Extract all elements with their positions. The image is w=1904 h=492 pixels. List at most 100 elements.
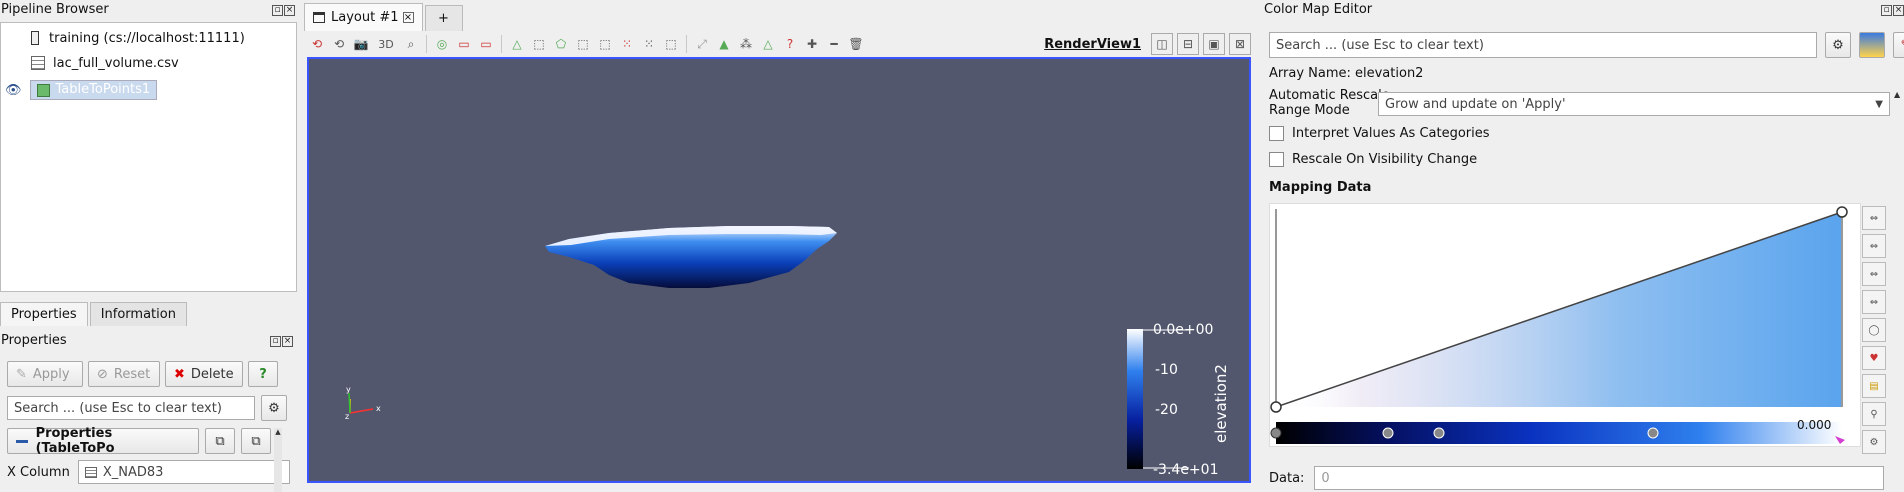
- grow-selection-icon[interactable]: ⤢: [691, 33, 713, 55]
- separator: [686, 35, 687, 53]
- select-polygon-icon[interactable]: ⬠: [550, 33, 572, 55]
- eye-icon[interactable]: 👁: [5, 83, 22, 98]
- cme-scrollbar[interactable]: ▲: [1894, 90, 1904, 490]
- data-value-row: Data: 0: [1269, 466, 1885, 490]
- pipeline-item-label: TableToPoints1: [55, 82, 151, 97]
- interpret-categories-checkbox[interactable]: [1269, 126, 1284, 141]
- apply-button[interactable]: ✎ Apply: [7, 361, 83, 387]
- pipeline-item-tabletopoints[interactable]: 👁 TableToPoints1: [5, 78, 158, 102]
- x-column-label: X Column: [7, 464, 70, 480]
- color-palette-icon[interactable]: [1859, 32, 1885, 58]
- settings-icon[interactable]: ⚙: [1862, 430, 1886, 454]
- close-icon[interactable]: ×: [284, 4, 295, 16]
- pipeline-tree: training (cs://localhost:11111) lac_full…: [0, 22, 297, 292]
- scroll-up-icon[interactable]: ▲: [1894, 90, 1904, 99]
- cme-search-input[interactable]: Search ... (use Esc to clear text): [1269, 32, 1817, 58]
- close-tab-icon[interactable]: ×: [402, 12, 414, 23]
- color-legend-bar: [1127, 329, 1143, 469]
- properties-search-input[interactable]: Search ... (use Esc to clear text): [7, 396, 255, 420]
- opacity-control-point[interactable]: [1836, 206, 1848, 218]
- undock-icon[interactable]: ▫: [1881, 4, 1892, 16]
- rescale-range-icon[interactable]: ⇔: [1862, 206, 1886, 230]
- opacity-transfer-editor[interactable]: 0.000: [1270, 204, 1860, 446]
- undock-icon[interactable]: ▫: [270, 335, 281, 347]
- color-control-point[interactable]: [1382, 427, 1394, 439]
- opacity-control-point[interactable]: [1270, 401, 1282, 413]
- close-icon[interactable]: ×: [282, 335, 293, 347]
- gear-icon[interactable]: ⚙: [1825, 32, 1851, 58]
- interactive-select-icon[interactable]: ⁙: [616, 33, 638, 55]
- paste-icon[interactable]: ⧉: [241, 428, 271, 454]
- select-cells-icon[interactable]: ▭: [453, 33, 475, 55]
- rescale-visibility-row[interactable]: Rescale On Visibility Change: [1269, 152, 1477, 167]
- close-view-icon[interactable]: ⊠: [1229, 33, 1251, 55]
- select-surface-icon[interactable]: ◎: [431, 33, 453, 55]
- edit-colormap-icon[interactable]: ✎: [1893, 32, 1904, 58]
- chevron-down-icon: ▼: [1875, 98, 1883, 110]
- hover-cells-icon[interactable]: ⬚: [660, 33, 682, 55]
- zoom-to-box-icon[interactable]: ⌕: [400, 33, 422, 55]
- reset-camera-closest-icon[interactable]: ⟲: [328, 33, 350, 55]
- rescale-visibility-checkbox[interactable]: [1269, 152, 1284, 167]
- split-horizontal-icon[interactable]: ◫: [1151, 33, 1173, 55]
- pipeline-item-csv[interactable]: lac_full_volume.csv: [31, 51, 179, 75]
- trash-icon[interactable]: 🗑: [845, 33, 867, 55]
- toggle-3d-button[interactable]: 3D: [372, 33, 400, 55]
- rescale-visible-icon[interactable]: ⇔: [1862, 290, 1886, 314]
- tab-layout-1[interactable]: Layout #1 ×: [304, 3, 423, 31]
- select-points-icon[interactable]: ▭: [475, 33, 497, 55]
- shrink-selection-icon[interactable]: ▲: [713, 33, 735, 55]
- tab-information[interactable]: Information: [89, 302, 187, 326]
- interactive-select-points-icon[interactable]: ⁙: [638, 33, 660, 55]
- minus-icon[interactable]: ━: [823, 33, 845, 55]
- close-icon[interactable]: ×: [1893, 4, 1904, 16]
- interpret-categories-row[interactable]: Interpret Values As Categories: [1269, 126, 1490, 141]
- scroll-up-icon[interactable]: ▲: [274, 428, 282, 436]
- section-title: Properties (TableToPo: [35, 426, 115, 456]
- camera-icon[interactable]: 📷: [350, 33, 372, 55]
- reset-camera-icon[interactable]: ⟲: [306, 33, 328, 55]
- rescale-custom-icon[interactable]: ⇔: [1862, 234, 1886, 258]
- tab-properties[interactable]: Properties: [0, 302, 88, 326]
- properties-section-toggle[interactable]: Properties (TableToPo: [7, 426, 199, 456]
- split-vertical-icon[interactable]: ⊟: [1177, 33, 1199, 55]
- save-preset-icon[interactable]: ▤: [1862, 374, 1886, 398]
- reset-button[interactable]: ⊘ Reset: [88, 361, 160, 387]
- rescale-mode-select[interactable]: Grow and update on 'Apply' ▼: [1378, 92, 1890, 116]
- properties-tabs: Properties Information: [0, 302, 187, 326]
- select-blocks-icon[interactable]: ⬚: [594, 33, 616, 55]
- pipeline-item-server[interactable]: training (cs://localhost:11111): [31, 26, 245, 50]
- color-control-point[interactable]: [1647, 427, 1659, 439]
- rescale-temporal-icon[interactable]: ⇔: [1862, 262, 1886, 286]
- x-column-select[interactable]: X_NAD83: [77, 460, 290, 484]
- add-layout-tab-button[interactable]: +: [424, 5, 463, 31]
- gear-icon[interactable]: ⚙: [261, 395, 287, 421]
- select-polygon-points-icon[interactable]: ⬚: [572, 33, 594, 55]
- selected-item[interactable]: TableToPoints1: [29, 80, 158, 100]
- copy-icon[interactable]: ⧉: [205, 428, 235, 454]
- extract-selection-icon[interactable]: ⁂: [735, 33, 757, 55]
- plus-icon[interactable]: ✚: [801, 33, 823, 55]
- color-control-point[interactable]: [1270, 427, 1282, 439]
- delete-button[interactable]: ✖ Delete: [165, 361, 243, 387]
- render-view[interactable]: x y z 0.0e+00 -10 -20 -3.4e+01 elevation…: [307, 57, 1251, 483]
- reset-label: Reset: [113, 366, 151, 382]
- invert-icon[interactable]: ◯: [1862, 318, 1886, 342]
- maximize-icon[interactable]: ▣: [1203, 33, 1225, 55]
- data-value-input[interactable]: 0: [1314, 466, 1885, 490]
- choose-preset-icon[interactable]: ♥: [1862, 346, 1886, 370]
- color-control-point[interactable]: [1433, 427, 1445, 439]
- query-icon[interactable]: ?: [779, 33, 801, 55]
- undock-icon[interactable]: ▫: [272, 4, 283, 16]
- properties-scrollbar[interactable]: ▲: [274, 428, 282, 492]
- select-frustum-icon[interactable]: △: [506, 33, 528, 55]
- properties-section-row: Properties (TableToPo ⧉ ⧉: [7, 426, 271, 456]
- color-legend: 0.0e+00 -10 -20 -3.4e+01 elevation2: [1127, 322, 1230, 478]
- color-transfer-bar[interactable]: [1276, 422, 1842, 444]
- plot-selection-icon[interactable]: △: [757, 33, 779, 55]
- window-icon: [313, 12, 325, 23]
- advanced-icon[interactable]: ⚲: [1862, 402, 1886, 426]
- legend-label-mid1: -10: [1155, 362, 1178, 378]
- select-frustum-points-icon[interactable]: ⬚: [528, 33, 550, 55]
- help-button[interactable]: ?: [248, 361, 278, 387]
